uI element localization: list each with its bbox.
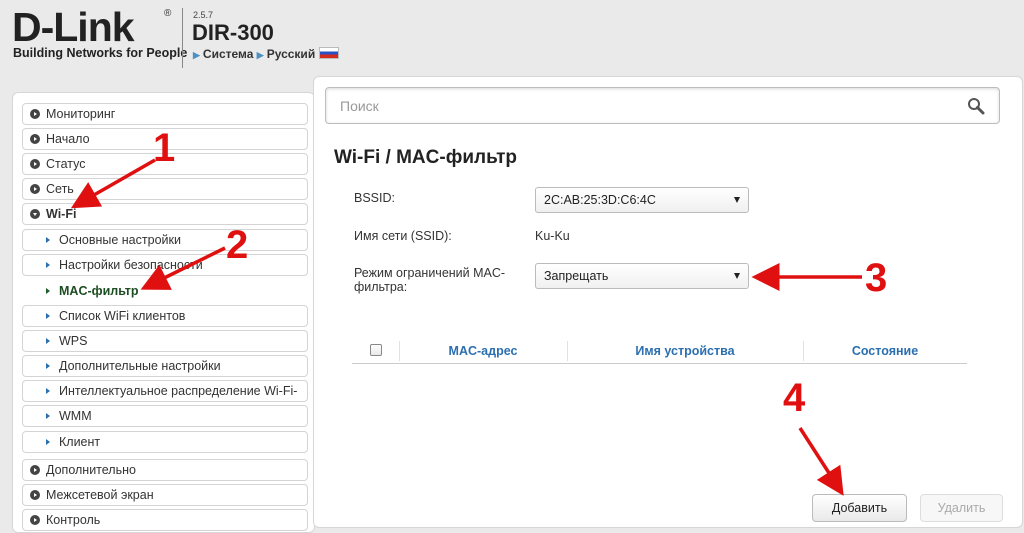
expand-icon bbox=[30, 184, 40, 194]
filter-mode-select-value: Запрещать bbox=[544, 269, 609, 283]
triangle-right-icon bbox=[46, 262, 50, 268]
annotation-number-3: 3 bbox=[865, 256, 888, 300]
sidebar-subitem-label: Список WiFi клиентов bbox=[59, 309, 186, 323]
registered-mark: ® bbox=[164, 8, 172, 19]
mac-table-header: MAC-адрес Имя устройства Состояние bbox=[352, 339, 967, 364]
column-header-mac[interactable]: MAC-адрес bbox=[399, 339, 567, 363]
sidebar-item-label: Начало bbox=[46, 132, 90, 146]
sidebar-subitem-mac-filter[interactable]: MAC-фильтр bbox=[22, 280, 308, 302]
ssid-value: Ku-Ku bbox=[535, 229, 570, 243]
filter-mode-label-line2: фильтра: bbox=[354, 280, 408, 294]
sidebar-item-label: Межсетевой экран bbox=[46, 488, 154, 502]
dropdown-arrow-icon bbox=[734, 273, 740, 279]
header: D-Link ® Building Networks for People 2.… bbox=[0, 0, 1024, 78]
annotation-number-2: 2 bbox=[226, 223, 249, 267]
annotation-number-4: 4 bbox=[783, 376, 806, 420]
expand-icon bbox=[30, 109, 40, 119]
sidebar-subitem-advanced-settings[interactable]: Дополнительные настройки bbox=[22, 355, 308, 377]
sidebar-subitem-wifi-clients[interactable]: Список WiFi клиентов bbox=[22, 305, 308, 327]
delete-button[interactable]: Удалить bbox=[920, 494, 1003, 522]
filter-mode-label-line1: Режим ограничений MAC- bbox=[354, 266, 506, 280]
sidebar-subitem-label: WMM bbox=[59, 409, 92, 423]
dropdown-arrow-icon bbox=[734, 197, 740, 203]
triangle-right-icon bbox=[46, 237, 50, 243]
search-icon[interactable] bbox=[967, 97, 985, 115]
logo-slogan: Building Networks for People bbox=[13, 46, 188, 60]
expand-icon bbox=[30, 465, 40, 475]
triangle-right-icon bbox=[46, 288, 50, 294]
sidebar-item-label: Дополнительно bbox=[46, 463, 136, 477]
sidebar-subitem-label: Настройки безопасности bbox=[59, 258, 203, 272]
header-crumbs: ▶ Система ▶ Русский bbox=[193, 47, 340, 61]
sidebar-item-control[interactable]: Контроль bbox=[22, 509, 308, 531]
sidebar-item-label: Статус bbox=[46, 157, 86, 171]
sidebar-subitem-wmm[interactable]: WMM bbox=[22, 405, 308, 427]
sidebar-item-monitoring[interactable]: Мониторинг bbox=[22, 103, 308, 125]
collapse-icon bbox=[30, 209, 40, 219]
header-divider bbox=[182, 8, 183, 68]
page-title: Wi-Fi / MAC-фильтр bbox=[334, 147, 517, 168]
expand-icon bbox=[30, 134, 40, 144]
sidebar-item-firewall[interactable]: Межсетевой экран bbox=[22, 484, 308, 506]
crumb-arrow-icon: ▶ bbox=[193, 50, 200, 60]
sidebar-subitem-label: Интеллектуальное распределение Wi-Fi- bbox=[59, 384, 298, 398]
select-all-checkbox[interactable] bbox=[370, 344, 382, 356]
system-menu-link[interactable]: Система bbox=[203, 47, 254, 61]
filter-mode-label: Режим ограничений MAC- фильтра: bbox=[354, 266, 505, 294]
sidebar-subitem-label: WPS bbox=[59, 334, 88, 348]
bssid-select[interactable]: 2C:AB:25:3D:C6:4C bbox=[535, 187, 749, 213]
sidebar-item-label: Контроль bbox=[46, 513, 101, 527]
bssid-select-value: 2C:AB:25:3D:C6:4C bbox=[544, 193, 656, 207]
ssid-label: Имя сети (SSID): bbox=[354, 229, 452, 243]
triangle-right-icon bbox=[46, 313, 50, 319]
triangle-right-icon bbox=[46, 363, 50, 369]
expand-icon bbox=[30, 490, 40, 500]
triangle-right-icon bbox=[46, 413, 50, 419]
sidebar-item-label: Сеть bbox=[46, 182, 74, 196]
sidebar-subitem-band-steering[interactable]: Интеллектуальное распределение Wi-Fi- bbox=[22, 380, 308, 402]
triangle-right-icon bbox=[46, 439, 50, 445]
sidebar-item-label: Wi-Fi bbox=[46, 207, 77, 221]
russian-flag-icon[interactable] bbox=[319, 47, 340, 59]
crumb-arrow-icon: ▶ bbox=[256, 50, 264, 60]
dlink-logo: D-Link bbox=[12, 4, 135, 50]
sidebar-subitem-security-settings[interactable]: Настройки безопасности bbox=[22, 254, 308, 276]
filter-mode-select[interactable]: Запрещать bbox=[535, 263, 749, 289]
sidebar-item-label: Мониторинг bbox=[46, 107, 116, 121]
main-panel: Поиск Wi-Fi / MAC-фильтр BSSID: 2C:AB:25… bbox=[313, 76, 1023, 528]
add-button[interactable]: Добавить bbox=[812, 494, 907, 522]
triangle-right-icon bbox=[46, 388, 50, 394]
sidebar-subitem-client[interactable]: Клиент bbox=[22, 431, 308, 453]
annotation-number-1: 1 bbox=[153, 126, 176, 170]
sidebar-subitem-label: Клиент bbox=[59, 435, 101, 449]
triangle-right-icon bbox=[46, 338, 50, 344]
sidebar-subitem-wps[interactable]: WPS bbox=[22, 330, 308, 352]
search-input[interactable]: Поиск bbox=[325, 87, 1000, 124]
bssid-label: BSSID: bbox=[354, 191, 395, 205]
device-model: DIR-300 bbox=[192, 20, 274, 45]
sidebar-subitem-label: Основные настройки bbox=[59, 233, 181, 247]
expand-icon bbox=[30, 515, 40, 525]
firmware-version: 2.5.7 bbox=[193, 10, 214, 20]
column-header-device-name[interactable]: Имя устройства bbox=[567, 339, 803, 363]
sidebar-subitem-label: MAC-фильтр bbox=[59, 284, 139, 298]
sidebar-subitem-basic-settings[interactable]: Основные настройки bbox=[22, 229, 308, 251]
sidebar-item-advanced[interactable]: Дополнительно bbox=[22, 459, 308, 481]
sidebar-item-wifi[interactable]: Wi-Fi bbox=[22, 203, 308, 225]
search-placeholder: Поиск bbox=[340, 98, 379, 114]
sidebar-subitem-label: Дополнительные настройки bbox=[59, 359, 221, 373]
language-menu-link[interactable]: Русский bbox=[267, 47, 316, 61]
column-header-status[interactable]: Состояние bbox=[803, 339, 967, 363]
expand-icon bbox=[30, 159, 40, 169]
sidebar-item-network[interactable]: Сеть bbox=[22, 178, 308, 200]
